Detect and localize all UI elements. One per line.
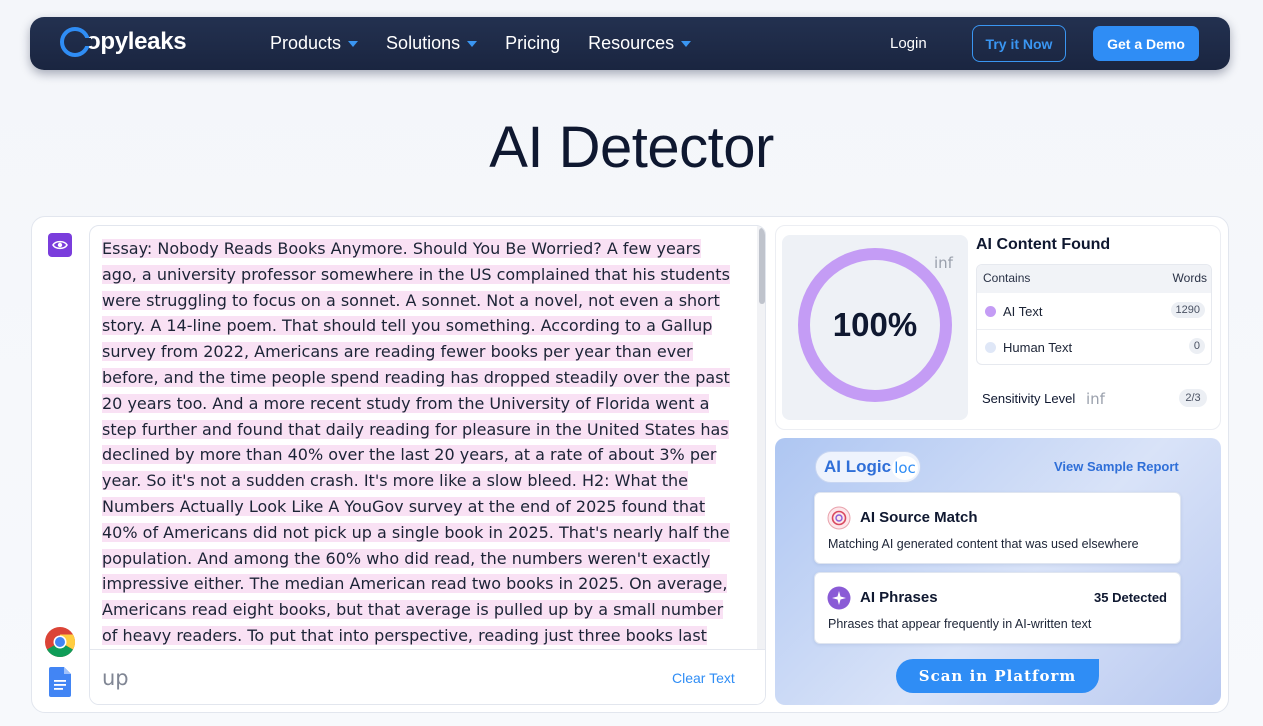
sparkle-icon: [827, 586, 851, 610]
upload-icon[interactable]: up: [102, 666, 129, 690]
ai-logic-icon: loc: [892, 456, 918, 480]
scroll-thumb[interactable]: [759, 228, 765, 304]
column-words: Words: [1172, 271, 1207, 285]
row-label: AI Text: [1003, 304, 1043, 319]
sensitivity-level-label: Sensitivity Level: [982, 391, 1076, 406]
eye-toggle-button[interactable]: [48, 233, 72, 257]
editor-scrollbar[interactable]: [757, 226, 765, 649]
table-row-human-text: Human Text 0: [977, 330, 1211, 364]
nav-label: Pricing: [505, 33, 561, 53]
text-editor-panel[interactable]: Essay: Nobody Reads Books Anymore. Shoul…: [89, 225, 766, 705]
nav-item-pricing[interactable]: Pricing: [505, 33, 560, 54]
highlighted-ai-text: Essay: Nobody Reads Books Anymore. Shoul…: [102, 239, 730, 697]
try-it-now-button[interactable]: Try it Now: [972, 25, 1066, 62]
page-title: AI Detector: [489, 115, 774, 180]
table-header: Contains Words: [977, 265, 1211, 293]
google-docs-icon[interactable]: [49, 667, 71, 697]
nav-label: Solutions: [386, 33, 461, 53]
feature-title: AI Source Match: [860, 509, 978, 526]
brand-name: opyleaks: [86, 28, 187, 55]
eye-icon: [52, 240, 68, 250]
source-match-icon: [827, 506, 851, 530]
ai-text-dot-icon: [985, 306, 996, 317]
row-label: Human Text: [1003, 340, 1073, 355]
phrases-detected-count: 35 Detected: [1094, 590, 1167, 605]
chevron-down-icon: [681, 40, 692, 47]
ai-phrases-card[interactable]: AI Phrases 35 Detected Phrases that appe…: [814, 572, 1181, 644]
feature-description: Phrases that appear frequently in AI-wri…: [828, 617, 1092, 631]
copyleaks-logo[interactable]: opyleaks: [60, 27, 187, 57]
editor-footer: up Clear Text: [90, 649, 765, 704]
get-a-demo-button[interactable]: Get a Demo: [1093, 26, 1199, 61]
chevron-down-icon: [348, 40, 359, 47]
nav-item-products[interactable]: Products: [270, 33, 359, 54]
view-sample-report-link[interactable]: View Sample Report: [1054, 459, 1179, 474]
content-breakdown-table: Contains Words AI Text 1290 Human Text 0: [976, 264, 1212, 365]
feature-description: Matching AI generated content that was u…: [828, 537, 1139, 551]
login-link[interactable]: Login: [890, 35, 927, 52]
ai-source-match-card[interactable]: AI Source Match Matching AI generated co…: [814, 492, 1181, 564]
ai-score-value: 100%: [832, 306, 918, 343]
nav-label: Products: [270, 33, 342, 53]
clear-text-button[interactable]: Clear Text: [672, 670, 735, 686]
column-contains: Contains: [983, 271, 1031, 285]
chevron-down-icon: [467, 40, 478, 47]
chrome-extension-icon[interactable]: [44, 626, 76, 658]
sensitivity-level-badge[interactable]: 2/3: [1179, 389, 1207, 407]
scan-in-platform-button[interactable]: Scan in Platform: [896, 659, 1099, 693]
row-count-badge: 1290: [1170, 302, 1205, 318]
essay-text-area[interactable]: Essay: Nobody Reads Books Anymore. Shoul…: [102, 236, 732, 700]
top-navbar: opyleaks Products Solutions Pricing Reso…: [30, 17, 1230, 70]
logo-c-icon: [60, 27, 91, 57]
sensitivity-info-icon[interactable]: inf: [1086, 390, 1105, 408]
table-row-ai-text: AI Text 1290: [977, 294, 1211, 330]
row-count-badge: 0: [1188, 338, 1205, 354]
feature-title: AI Phrases: [860, 589, 938, 606]
ai-logic-label: AI Logic: [824, 457, 892, 476]
ai-content-found-title: AI Content Found: [976, 236, 1111, 253]
human-text-dot-icon: [985, 342, 996, 353]
nav-item-solutions[interactable]: Solutions: [386, 33, 478, 54]
nav-item-resources[interactable]: Resources: [588, 33, 692, 54]
nav-label: Resources: [588, 33, 675, 53]
nav-links: Products Solutions Pricing Resources: [270, 17, 719, 70]
score-info-icon[interactable]: inf: [934, 254, 953, 272]
